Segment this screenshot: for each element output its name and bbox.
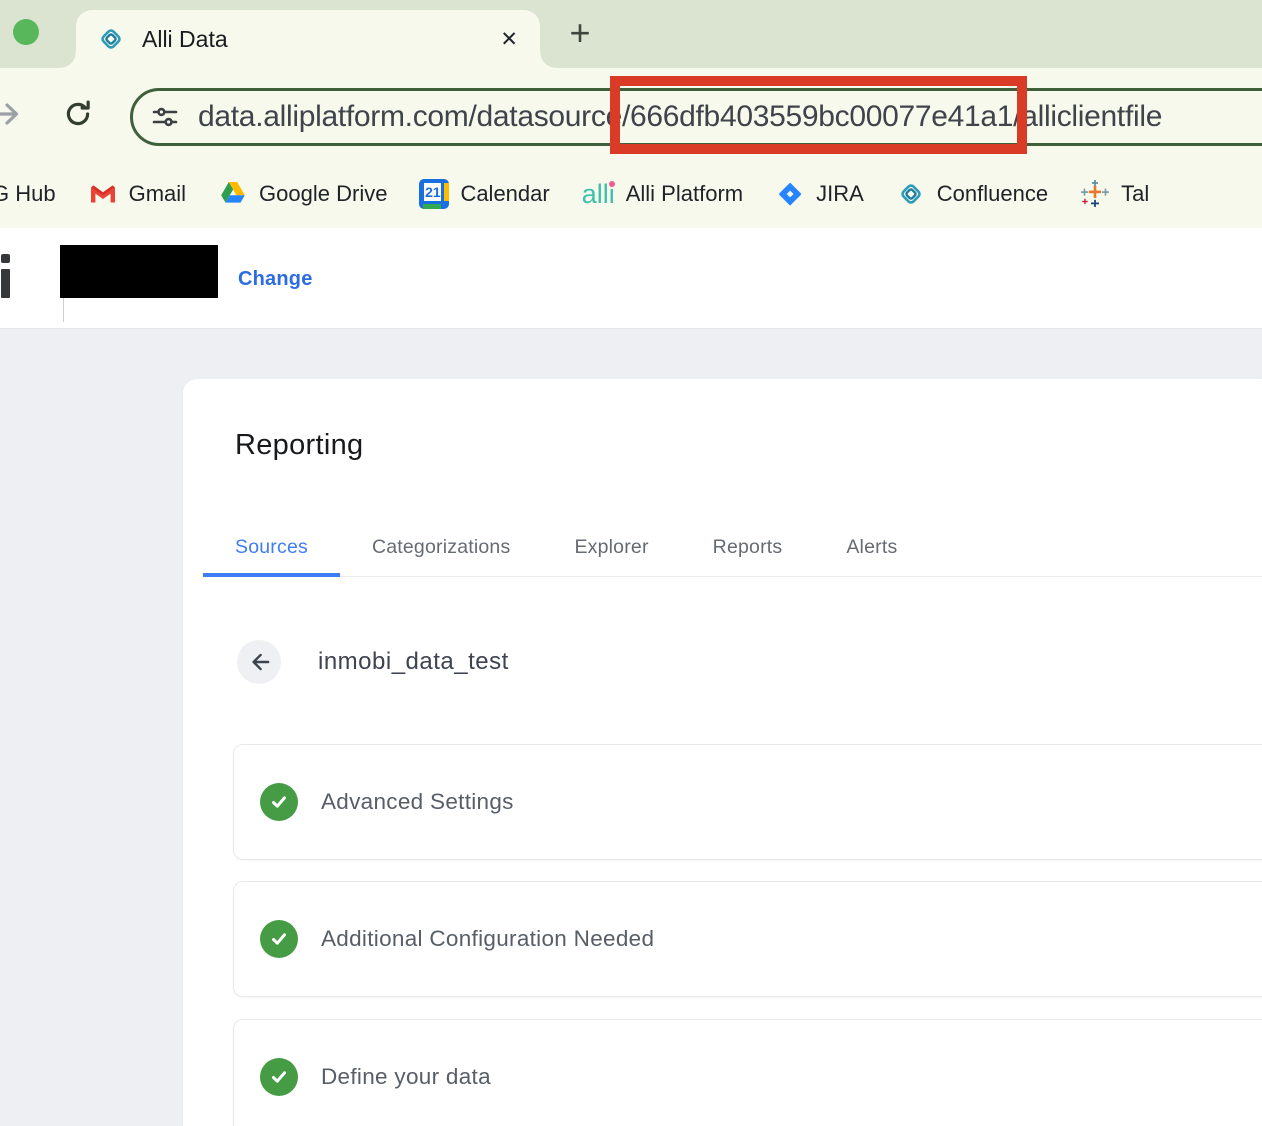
bookmark-google-drive[interactable]: Google Drive: [202, 160, 403, 228]
redacted-client-name: [60, 245, 218, 298]
site-info-tune-icon[interactable]: [150, 102, 180, 132]
change-client-link[interactable]: Change: [238, 268, 313, 291]
confluence-icon: [896, 179, 926, 209]
step-label: Advanced Settings: [321, 789, 514, 815]
browser-tab-alli-data[interactable]: Alli Data ✕: [76, 10, 540, 68]
check-icon: [260, 1058, 298, 1096]
bookmark-jira[interactable]: JIRA: [759, 160, 880, 228]
step-advanced-settings[interactable]: Advanced Settings: [233, 744, 1262, 860]
google-drive-icon: [218, 179, 248, 209]
google-calendar-icon: 21: [419, 179, 449, 209]
reporting-tabs: Sources Categorizations Explorer Reports…: [203, 518, 1262, 577]
back-arrow-icon: [246, 649, 272, 675]
back-button[interactable]: [237, 640, 281, 684]
tableau-icon: [1080, 179, 1110, 209]
check-icon: [260, 783, 298, 821]
tab-categorizations[interactable]: Categorizations: [340, 518, 543, 576]
bookmark-tableau[interactable]: Tal: [1064, 160, 1165, 228]
bookmark-calendar[interactable]: 21 Calendar: [403, 160, 565, 228]
gmail-icon: [88, 179, 118, 209]
address-bar[interactable]: data.alliplatform.com/datasource/666dfb4…: [130, 88, 1262, 146]
bookmark-g-hub[interactable]: G Hub: [0, 160, 72, 228]
tab-alerts[interactable]: Alerts: [814, 518, 929, 576]
alli-double-diamond-icon: [96, 24, 126, 54]
bookmarks-bar: G Hub Gmail Google Drive 21 Calendar: [0, 160, 1262, 228]
bookmark-confluence[interactable]: Confluence: [880, 160, 1064, 228]
app-header: Change: [0, 228, 1262, 329]
divider-line: [63, 298, 64, 322]
bookmark-alli-platform[interactable]: alli Alli Platform: [566, 160, 759, 228]
url-segment-highlighted: /666dfb403559bc00077e41a1/: [622, 100, 1021, 134]
url-segment-post: alliclientfile: [1021, 100, 1162, 133]
tab-strip: Alli Data ✕ +: [0, 0, 1262, 68]
page-title: Reporting: [235, 429, 363, 462]
step-label: Define your data: [321, 1064, 491, 1090]
window-control-green[interactable]: [13, 19, 39, 45]
reporting-card: Reporting Sources Categorizations Explor…: [183, 379, 1262, 1126]
tab-sources[interactable]: Sources: [203, 518, 340, 576]
url-text[interactable]: data.alliplatform.com/datasource/666dfb4…: [198, 100, 1162, 134]
bookmark-gmail[interactable]: Gmail: [72, 160, 202, 228]
jira-icon: [775, 179, 805, 209]
tab-close-icon[interactable]: ✕: [496, 25, 522, 54]
alli-wordmark-icon: alli: [582, 181, 615, 208]
url-segment-pre: data.alliplatform.com/datasource: [198, 100, 622, 133]
tab-explorer[interactable]: Explorer: [542, 518, 680, 576]
calendar-date-badge: 21: [424, 183, 441, 201]
step-label: Additional Configuration Needed: [321, 926, 654, 952]
source-name: inmobi_data_test: [318, 648, 509, 676]
browser-toolbar: data.alliplatform.com/datasource/666dfb4…: [0, 68, 1262, 160]
step-additional-configuration[interactable]: Additional Configuration Needed: [233, 881, 1262, 997]
tab-reports[interactable]: Reports: [681, 518, 815, 576]
reload-icon[interactable]: [62, 98, 94, 130]
page-background: Reporting Sources Categorizations Explor…: [0, 329, 1262, 1126]
alli-logo-partial: [1, 254, 10, 298]
tab-title: Alli Data: [142, 26, 496, 53]
source-header: inmobi_data_test: [237, 640, 509, 684]
step-define-your-data[interactable]: Define your data: [233, 1019, 1262, 1126]
browser-window: Alli Data ✕ + data.alliplatform.com/data…: [0, 0, 1262, 1126]
check-icon: [260, 920, 298, 958]
new-tab-button[interactable]: +: [560, 13, 600, 53]
forward-icon[interactable]: [0, 97, 22, 131]
